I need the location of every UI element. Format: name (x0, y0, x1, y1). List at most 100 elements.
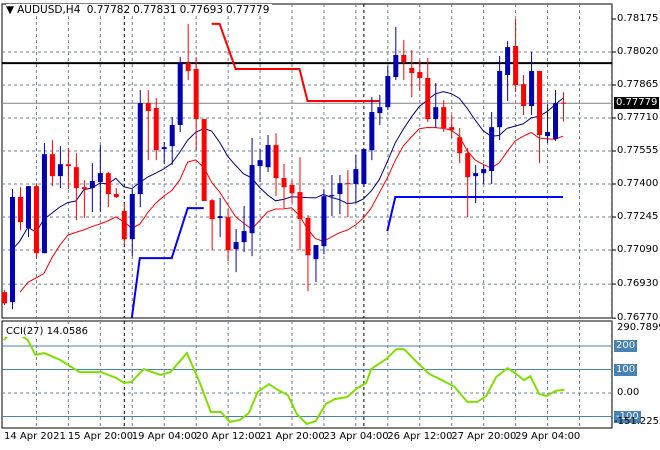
cci-level-label: 200 (614, 340, 638, 352)
bearish-candle (297, 192, 303, 220)
bearish-candle (209, 200, 215, 220)
time-axis-label: 20 Apr 12:00 (195, 431, 261, 442)
bearish-candle (289, 185, 295, 194)
bullish-candle (313, 245, 319, 260)
time-axis-label: 14 Apr 2021 (4, 431, 66, 442)
bearish-candle (193, 69, 199, 120)
bearish-candle (513, 46, 519, 85)
bearish-candle (145, 103, 151, 111)
bearish-candle (201, 119, 207, 202)
cci-level-label: 0.00 (617, 387, 640, 398)
bearish-candle (401, 54, 407, 63)
price-tick-label: 0.77865 (617, 79, 659, 90)
bullish-candle (241, 231, 247, 243)
price-panel (1, 3, 613, 319)
current-price-label: 0.77779 (614, 97, 660, 110)
bullish-candle (497, 70, 503, 128)
close-value: 0.77779 (226, 4, 270, 16)
bearish-candle (185, 63, 191, 71)
price-tick-label: 0.77400 (617, 178, 659, 189)
price-tick-label: 0.78175 (617, 13, 659, 24)
cci-max-label: 290.7899 (617, 322, 660, 333)
bullish-candle (129, 194, 135, 240)
bullish-candle (249, 165, 255, 234)
high-value: 0.77831 (133, 4, 177, 16)
bullish-candle (545, 132, 551, 137)
price-tick-label: 0.77245 (617, 211, 659, 222)
bearish-candle (537, 70, 543, 136)
time-axis-label: 21 Apr 20:00 (259, 431, 325, 442)
bullish-candle (41, 154, 47, 254)
bullish-candle (25, 186, 31, 229)
bullish-candle (353, 169, 359, 184)
bullish-candle (321, 196, 327, 247)
bearish-candle (65, 164, 71, 167)
time-axis-label: 23 Apr 04:00 (323, 431, 389, 442)
bullish-candle (137, 103, 143, 195)
bearish-candle (225, 217, 231, 251)
bullish-candle (553, 103, 559, 140)
bullish-candle (265, 145, 271, 168)
bearish-candle (441, 107, 447, 129)
bullish-candle (177, 63, 183, 126)
bullish-candle (385, 76, 391, 108)
bearish-candle (273, 145, 279, 179)
bearish-candle (345, 183, 351, 185)
bearish-candle (465, 153, 471, 178)
time-axis-label: 26 Apr 12:00 (387, 431, 453, 442)
price-tick-label: 0.76930 (617, 278, 659, 290)
bullish-candle (257, 160, 263, 167)
bearish-candle (521, 84, 527, 107)
bullish-candle (161, 147, 167, 150)
bearish-candle (561, 102, 567, 104)
bearish-candle (17, 196, 23, 223)
cci-level-label: 100 (614, 363, 638, 376)
price-tick-label: 0.77555 (617, 145, 659, 156)
symbol-label: AUDUSD,H4 (17, 4, 81, 16)
bullish-candle (505, 47, 511, 75)
cci-panel (1, 320, 613, 429)
bearish-candle (153, 107, 159, 151)
bearish-candle (73, 167, 79, 189)
bearish-candle (425, 77, 431, 120)
chart-canvas[interactable] (0, 0, 660, 450)
bearish-candle (409, 67, 415, 74)
bullish-candle (217, 216, 223, 219)
bullish-candle (361, 149, 367, 184)
bearish-candle (2, 292, 7, 304)
cci-label: CCI(27) 14.0586 (6, 326, 88, 337)
time-axis-label: 19 Apr 04:00 (131, 431, 197, 442)
bullish-candle (97, 173, 103, 183)
bearish-candle (105, 173, 111, 195)
bearish-candle (305, 218, 311, 256)
bullish-candle (337, 183, 343, 195)
bullish-candle (329, 195, 335, 197)
bullish-candle (57, 164, 63, 177)
bullish-candle (369, 112, 375, 151)
bullish-candle (233, 242, 239, 250)
bearish-candle (113, 194, 119, 197)
bullish-candle (9, 196, 15, 303)
price-tick-label: 0.77710 (617, 112, 659, 123)
bullish-candle (489, 127, 495, 172)
bullish-candle (169, 125, 175, 147)
dropdown-triangle-icon[interactable]: ▼ (6, 4, 14, 16)
bearish-candle (121, 211, 127, 240)
bearish-candle (417, 72, 423, 78)
time-axis-label: 15 Apr 20:00 (67, 431, 134, 442)
bullish-candle (529, 70, 535, 107)
bullish-candle (89, 181, 95, 189)
bearish-candle (81, 187, 87, 190)
bullish-candle (433, 107, 439, 120)
time-axis-label: 29 Apr 04:00 (515, 431, 581, 442)
bearish-candle (49, 154, 55, 177)
time-axis-label: 27 Apr 20:00 (451, 431, 517, 442)
price-tick-label: 0.77090 (617, 244, 659, 255)
bearish-candle (281, 178, 287, 188)
bullish-candle (393, 54, 399, 78)
low-value: 0.77693 (179, 4, 223, 16)
bearish-candle (449, 127, 455, 131)
open-value: 0.77782 (86, 4, 131, 16)
bullish-candle (377, 107, 383, 114)
cci-min-label: -151.2252 (614, 416, 660, 427)
